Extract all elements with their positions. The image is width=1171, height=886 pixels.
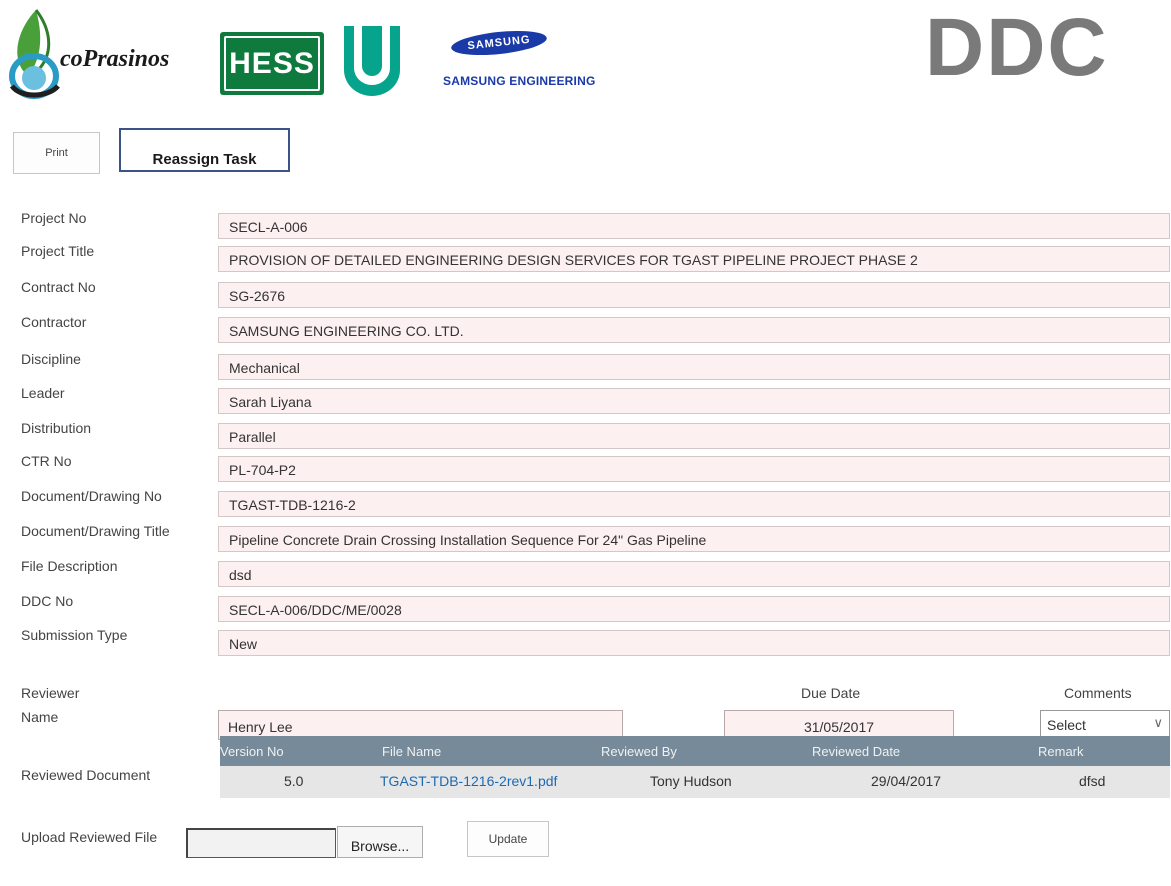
field-row-distribution: Distribution Parallel (0, 420, 1171, 449)
distribution-field[interactable]: Parallel (218, 423, 1170, 449)
samsung-engineering-text: SAMSUNG ENGINEERING (443, 74, 596, 88)
petronas-logo (340, 22, 404, 98)
cell-remark: dfsd (1079, 773, 1106, 789)
hess-logo: HESS (220, 32, 324, 95)
hess-logo-text: HESS (224, 36, 320, 91)
ddc-no-field[interactable]: SECL-A-006/DDC/ME/0028 (218, 596, 1170, 622)
reviewed-document-label: Reviewed Document (21, 767, 151, 783)
logo-bar: coPrasinos HESS SAMSUNG SAMSUNG ENGINEER… (0, 0, 1171, 110)
field-row-ddc-no: DDC No SECL-A-006/DDC/ME/0028 (0, 593, 1171, 622)
ddc-logo: DDC (925, 2, 1109, 93)
field-row-submission-type: Submission Type New (0, 627, 1171, 656)
field-row-project-title: Project Title PROVISION OF DETAILED ENGI… (0, 243, 1171, 272)
cell-reviewed-date: 29/04/2017 (871, 773, 942, 789)
cell-reviewed-by: Tony Hudson (650, 773, 732, 789)
project-title-field[interactable]: PROVISION OF DETAILED ENGINEERING DESIGN… (218, 246, 1170, 272)
reassign-task-button[interactable]: Reassign Task (119, 128, 290, 172)
field-label: Leader (21, 385, 65, 401)
ecoprasinos-text: coPrasinos (60, 46, 170, 72)
field-label: Submission Type (21, 627, 128, 643)
project-no-field[interactable]: SECL-A-006 (218, 213, 1170, 239)
reviewed-document-table: Version No File Name Reviewed By Reviewe… (220, 736, 1170, 798)
field-row-project-no: Project No SECL-A-006 (0, 210, 1171, 239)
ctr-no-field[interactable]: PL-704-P2 (218, 456, 1170, 482)
chevron-down-icon: ∨ (1153, 715, 1163, 730)
field-label: CTR No (21, 453, 72, 469)
field-label: DDC No (21, 593, 74, 609)
petronas-drop-icon (344, 26, 400, 96)
field-row-document-drawing-title: Document/Drawing Title Pipeline Concrete… (0, 523, 1171, 552)
reviewer-label: Reviewer (21, 685, 80, 701)
name-label: Name (21, 709, 59, 725)
contract-no-field[interactable]: SG-2676 (218, 282, 1170, 308)
due-date-label: Due Date (801, 685, 861, 701)
column-header-remark: Remark (1038, 744, 1084, 759)
submission-type-field[interactable]: New (218, 630, 1170, 656)
cell-version: 5.0 (284, 773, 304, 789)
field-label: Contractor (21, 314, 87, 330)
comments-label: Comments (1064, 685, 1132, 701)
field-row-discipline: Discipline Mechanical (0, 351, 1171, 380)
field-row-file-description: File Description dsd (0, 558, 1171, 587)
discipline-field[interactable]: Mechanical (218, 354, 1170, 380)
table-header: Version No File Name Reviewed By Reviewe… (220, 736, 1170, 766)
field-row-leader: Leader Sarah Liyana (0, 385, 1171, 414)
field-label: Project No (21, 210, 87, 226)
print-button[interactable]: Print (13, 132, 100, 174)
file-name-link[interactable]: TGAST-TDB-1216-2rev1.pdf (380, 773, 557, 789)
upload-reviewed-file-label: Upload Reviewed File (21, 829, 158, 845)
field-row-ctr-no: CTR No PL-704-P2 (0, 453, 1171, 482)
field-label: File Description (21, 558, 118, 574)
field-label: Contract No (21, 279, 96, 295)
field-label: Discipline (21, 351, 81, 367)
table-row: 5.0 TGAST-TDB-1216-2rev1.pdf Tony Hudson… (220, 766, 1170, 798)
field-row-contract-no: Contract No SG-2676 (0, 279, 1171, 308)
leader-field[interactable]: Sarah Liyana (218, 388, 1170, 414)
column-header-version-no: Version No (220, 744, 284, 759)
ecoprasinos-leaf-icon (9, 9, 60, 99)
field-label: Distribution (21, 420, 92, 436)
comments-selected-value: Select (1047, 717, 1086, 733)
document-drawing-title-field[interactable]: Pipeline Concrete Drain Crossing Install… (218, 526, 1170, 552)
samsung-engineering-logo: SAMSUNG SAMSUNG ENGINEERING (435, 27, 595, 92)
field-label: Document/Drawing Title (21, 523, 170, 539)
field-label: Project Title (21, 243, 95, 259)
file-path-input[interactable] (186, 828, 336, 858)
column-header-file-name: File Name (382, 744, 442, 759)
column-header-reviewed-by: Reviewed By (601, 744, 677, 759)
column-header-reviewed-date: Reviewed Date (812, 744, 901, 759)
browse-button[interactable]: Browse... (337, 826, 423, 858)
update-button[interactable]: Update (467, 821, 549, 857)
document-drawing-no-field[interactable]: TGAST-TDB-1216-2 (218, 491, 1170, 517)
comments-select[interactable]: Select ∨ (1040, 710, 1170, 738)
field-label: Document/Drawing No (21, 488, 162, 504)
samsung-oval-logo: SAMSUNG (450, 27, 548, 59)
file-description-field[interactable]: dsd (218, 561, 1170, 587)
field-row-contractor: Contractor SAMSUNG ENGINEERING CO. LTD. (0, 314, 1171, 343)
field-row-document-drawing-no: Document/Drawing No TGAST-TDB-1216-2 (0, 488, 1171, 517)
contractor-field[interactable]: SAMSUNG ENGINEERING CO. LTD. (218, 317, 1170, 343)
ecoprasinos-logo: coPrasinos (6, 6, 211, 100)
